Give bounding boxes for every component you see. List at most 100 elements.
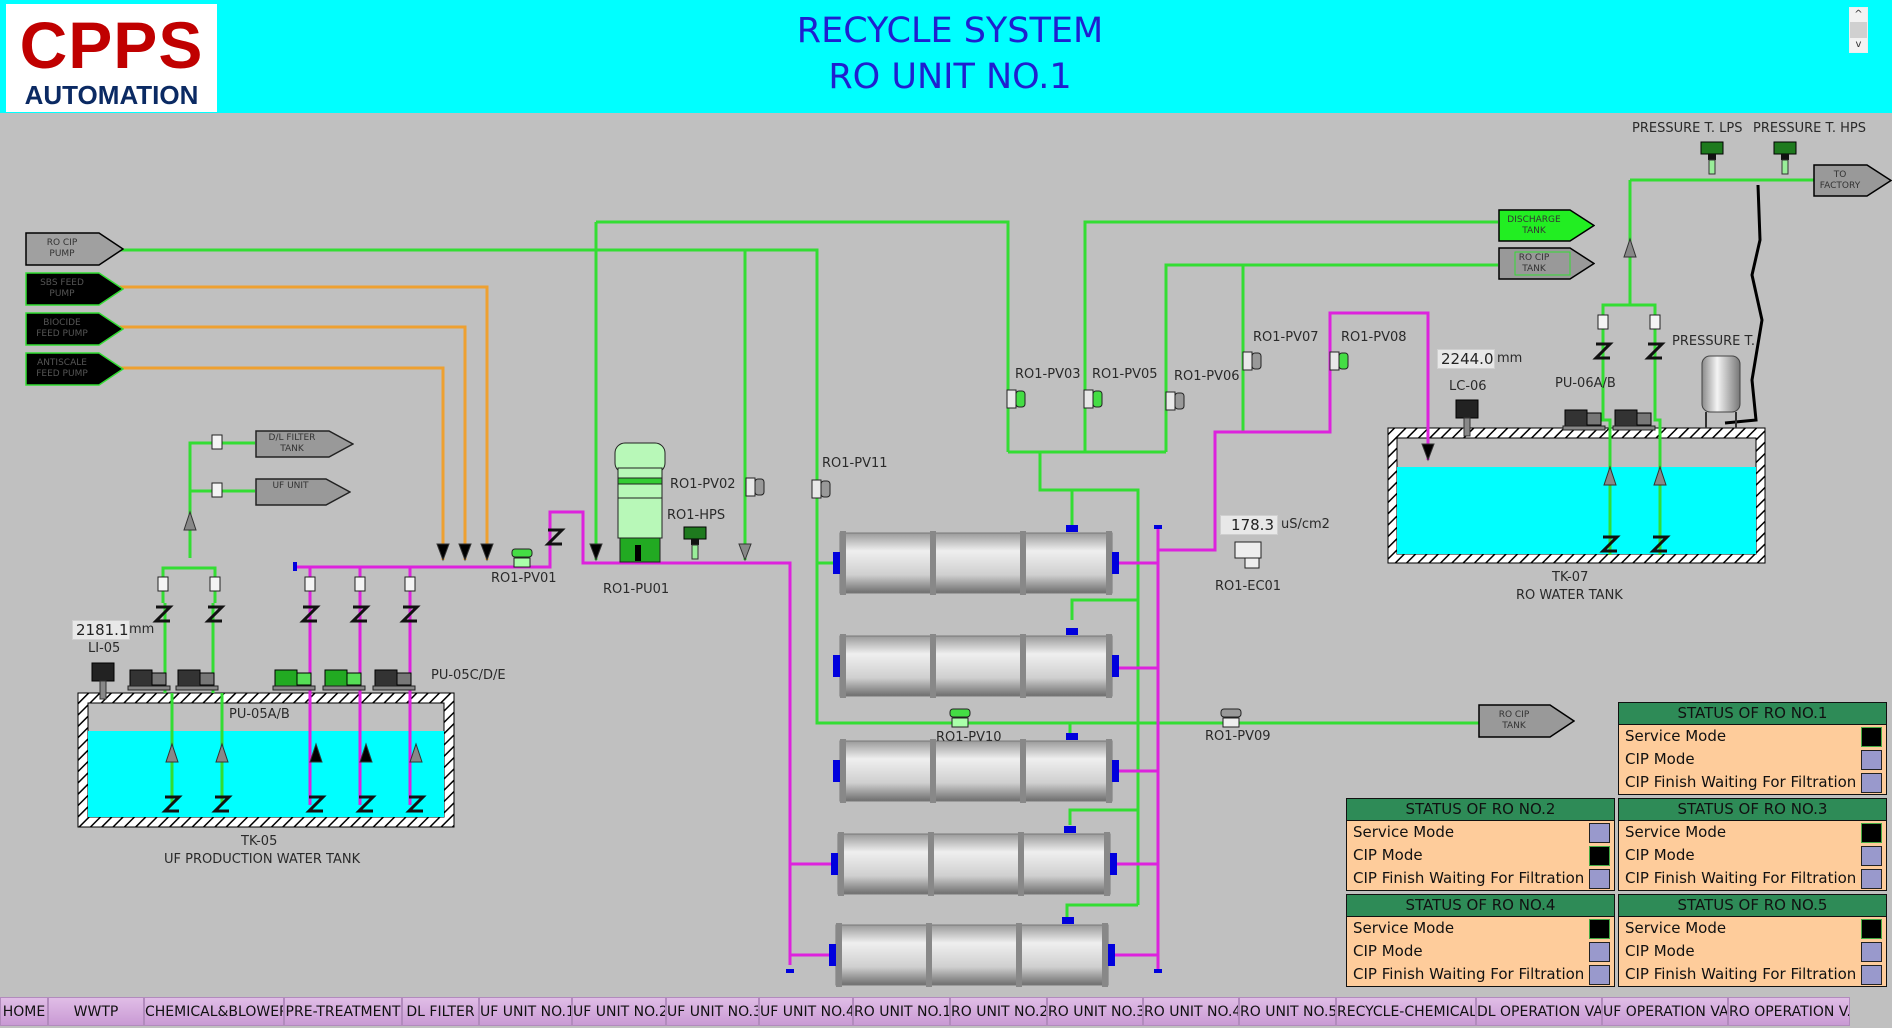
- hand-valve-icon[interactable]: [209, 576, 221, 592]
- status-indicator: [1861, 750, 1882, 770]
- source-ro-cip-pump[interactable]: RO CIP PUMP: [25, 232, 124, 266]
- status-row: Service Mode: [1347, 917, 1614, 940]
- source-sbs-feed-pump[interactable]: SBS FEED PUMP: [25, 272, 124, 306]
- label-lc06: LC-06: [1449, 379, 1487, 394]
- scrollbar[interactable]: ^ v: [1849, 7, 1868, 53]
- ro-vessel[interactable]: [833, 525, 1119, 595]
- tank-tk07: [1387, 427, 1766, 564]
- status-panel-title: STATUS OF RO NO.3: [1619, 799, 1886, 821]
- status-indicator: [1589, 965, 1610, 985]
- valve-pv06-icon[interactable]: [1165, 391, 1185, 411]
- status-indicator: [1589, 823, 1610, 843]
- nav-button-ro-unit-no-2[interactable]: RO UNIT NO.2: [950, 997, 1047, 1026]
- valve-pv09-icon[interactable]: [1220, 708, 1242, 728]
- label-ec01: RO1-EC01: [1215, 579, 1282, 594]
- nav-button-ro-unit-no-5[interactable]: RO UNIT NO.5: [1239, 997, 1336, 1026]
- centrifugal-pump-icon[interactable]: [372, 669, 416, 691]
- dest-discharge-tank[interactable]: DISCHARGE TANK: [1498, 209, 1595, 242]
- dest-ro-cip-tank-2[interactable]: RO CIP TANK: [1478, 704, 1575, 738]
- nav-button-ro-unit-no-3[interactable]: RO UNIT NO.3: [1047, 997, 1143, 1026]
- valve-pv03-icon[interactable]: [1006, 389, 1026, 409]
- label-pt-lps: PRESSURE T. LPS: [1632, 121, 1743, 136]
- centrifugal-pump-icon[interactable]: [272, 669, 316, 691]
- label-hps: RO1-HPS: [667, 508, 726, 523]
- centrifugal-pump-icon[interactable]: [1612, 409, 1656, 431]
- pressure-transmitter-hps-icon[interactable]: [683, 526, 707, 560]
- valve-pv11-icon[interactable]: [811, 479, 831, 499]
- high-pressure-pump-icon[interactable]: [614, 442, 666, 563]
- hand-valve-icon[interactable]: [354, 576, 366, 592]
- nav-button-uf-unit-no-3[interactable]: UF UNIT NO.3: [666, 997, 759, 1026]
- nav-button-uf-unit-no-1[interactable]: UF UNIT NO.1: [479, 997, 572, 1026]
- nav-button-wwtp[interactable]: WWTP: [48, 997, 144, 1026]
- tk05-id: TK-05: [241, 834, 278, 849]
- dest-to-factory[interactable]: TO FACTORY: [1813, 164, 1892, 197]
- nav-button-uf-unit-no-4[interactable]: UF UNIT NO.4: [759, 997, 853, 1026]
- page-title: RECYCLE SYSTEM RO UNIT NO.1: [700, 8, 1200, 100]
- nav-button-dl-filter[interactable]: DL FILTER: [402, 997, 479, 1026]
- scroll-thumb[interactable]: [1850, 22, 1867, 38]
- nav-button-dl-operation-valve[interactable]: DL OPERATION VALVE: [1476, 997, 1602, 1026]
- pressure-transmitter-lps-icon[interactable]: [1700, 141, 1724, 175]
- centrifugal-pump-icon[interactable]: [127, 669, 171, 691]
- nav-button-chemical-blower[interactable]: CHEMICAL&BLOWER: [144, 997, 284, 1026]
- valve-pv10-icon[interactable]: [949, 708, 971, 728]
- valve-pv05-icon[interactable]: [1083, 389, 1103, 409]
- nav-button-ro-operation-v-[interactable]: RO OPERATION V.: [1728, 997, 1850, 1026]
- pressure-transmitter-hps-icon[interactable]: [1773, 141, 1797, 175]
- source-antiscale-feed-pump[interactable]: ANTISCALE FEED PUMP: [25, 352, 124, 386]
- arrow-box-label: RO CIP PUMP: [46, 238, 78, 259]
- nav-button-recycle-chemical[interactable]: RECYCLE-CHEMICAL: [1336, 997, 1476, 1026]
- ro-membrane-vessels: [829, 525, 1119, 987]
- valve-pv02-icon[interactable]: [745, 477, 765, 497]
- nav-button-uf-unit-no-2[interactable]: UF UNIT NO.2: [572, 997, 666, 1026]
- hand-valve-icon[interactable]: [1649, 314, 1661, 330]
- scroll-down-button[interactable]: v: [1850, 38, 1867, 52]
- status-panel-ro-1: STATUS OF RO NO.1 Service Mode CIP Mode CIP…: [1618, 702, 1887, 795]
- valve-pv07-icon[interactable]: [1242, 351, 1262, 371]
- hand-valve-icon[interactable]: [157, 576, 169, 592]
- status-label: Service Mode: [1625, 727, 1727, 745]
- nav-button-ro-unit-no-4[interactable]: RO UNIT NO.4: [1143, 997, 1239, 1026]
- label-li05: LI-05: [88, 641, 121, 656]
- hand-valve-icon[interactable]: [304, 576, 316, 592]
- arrow-box-label: ANTISCALE FEED PUMP: [36, 358, 88, 379]
- source-biocide-feed-pump[interactable]: BIOCIDE FEED PUMP: [25, 312, 124, 346]
- hand-valve-icon[interactable]: [1597, 314, 1609, 330]
- status-panel-ro-4: STATUS OF RO NO.4 Service Mode CIP Mode CIP…: [1346, 894, 1615, 987]
- valve-pv01-icon[interactable]: [511, 548, 533, 568]
- ro-vessel[interactable]: [829, 917, 1115, 987]
- hand-valve-icon[interactable]: [211, 482, 223, 498]
- status-indicator: [1589, 919, 1610, 939]
- label-pv06: RO1-PV06: [1174, 369, 1240, 384]
- nav-button-pre-treatment[interactable]: PRE-TREATMENT: [284, 997, 402, 1026]
- ro-vessel[interactable]: [831, 826, 1117, 896]
- hand-valve-icon[interactable]: [211, 434, 223, 450]
- ro-vessel[interactable]: [833, 628, 1119, 698]
- scroll-up-button[interactable]: ^: [1850, 8, 1867, 22]
- conductivity-sensor-icon[interactable]: [1234, 541, 1262, 569]
- dest-ro-cip-tank[interactable]: RO CIP TANK: [1498, 247, 1595, 280]
- dest-dl-filter-tank[interactable]: D/L FILTER TANK: [255, 430, 354, 458]
- centrifugal-pump-icon[interactable]: [322, 669, 366, 691]
- nav-button-uf-operation-valve[interactable]: UF OPERATION VALVE: [1602, 997, 1728, 1026]
- centrifugal-pump-icon[interactable]: [175, 669, 219, 691]
- valve-pv08-icon[interactable]: [1329, 351, 1349, 371]
- status-row: Service Mode: [1347, 821, 1614, 844]
- status-row: CIP Finish Waiting For Filtration: [1619, 963, 1886, 986]
- check-valve-icon: [152, 605, 174, 623]
- centrifugal-pump-icon[interactable]: [1562, 409, 1606, 431]
- ec-value: 178.3: [1220, 515, 1278, 535]
- status-label: Service Mode: [1625, 823, 1727, 841]
- status-row: CIP Mode: [1347, 844, 1614, 867]
- nav-button-home[interactable]: HOME: [0, 997, 48, 1026]
- label-pu05ab: PU-05A/B: [229, 707, 290, 722]
- status-label: CIP Mode: [1625, 942, 1695, 960]
- dest-uf-unit[interactable]: UF UNIT: [255, 478, 351, 506]
- flow-arrow-icon: [480, 543, 494, 562]
- nav-button-ro-unit-no-1[interactable]: RO UNIT NO.1: [853, 997, 950, 1026]
- arrow-box-label: SBS FEED PUMP: [40, 278, 84, 299]
- status-row: Service Mode: [1619, 725, 1886, 748]
- hand-valve-icon[interactable]: [404, 576, 416, 592]
- flow-arrow-icon: [458, 543, 472, 562]
